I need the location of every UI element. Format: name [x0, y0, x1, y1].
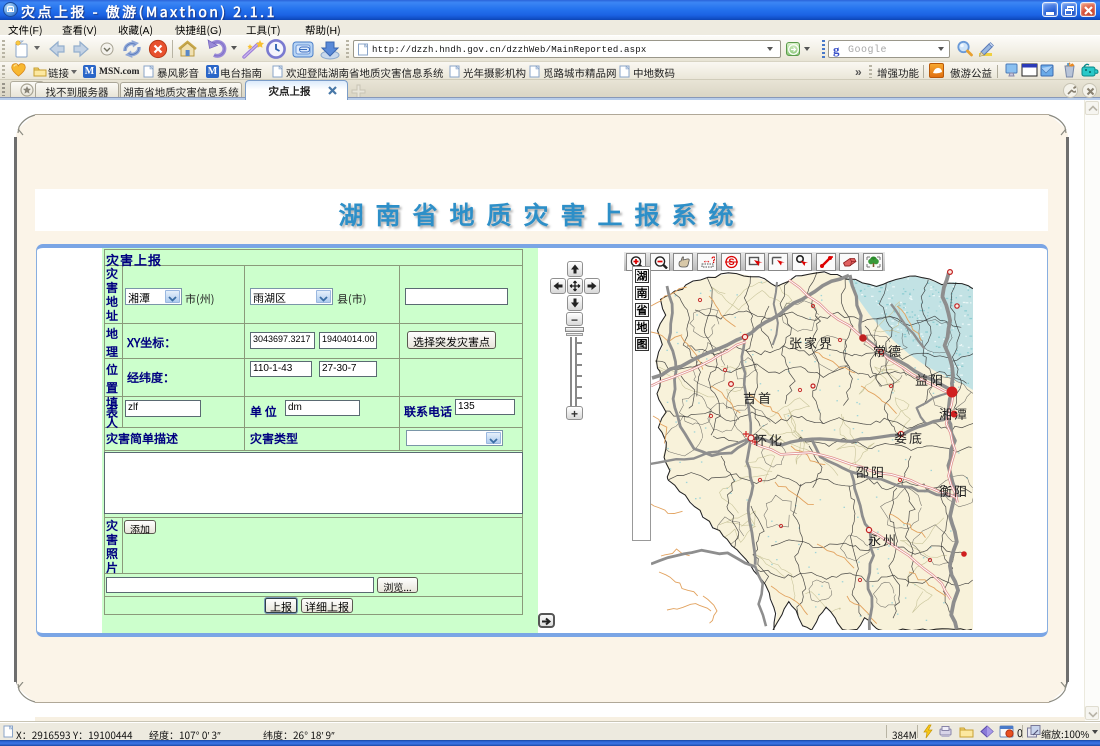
svg-text:怀化: 怀化 — [754, 430, 784, 449]
svg-text:娄底: 娄底 — [894, 428, 924, 447]
svg-text:衡阳: 衡阳 — [939, 481, 969, 500]
svg-text:邵阳: 邵阳 — [856, 462, 886, 481]
svg-text:永州: 永州 — [868, 530, 898, 549]
svg-text:张家界: 张家界 — [789, 333, 834, 352]
svg-text:湘潭: 湘潭 — [939, 404, 969, 423]
svg-text:常德: 常德 — [873, 341, 903, 360]
svg-text:吉首: 吉首 — [743, 388, 773, 407]
svg-text:益阳: 益阳 — [915, 370, 945, 389]
